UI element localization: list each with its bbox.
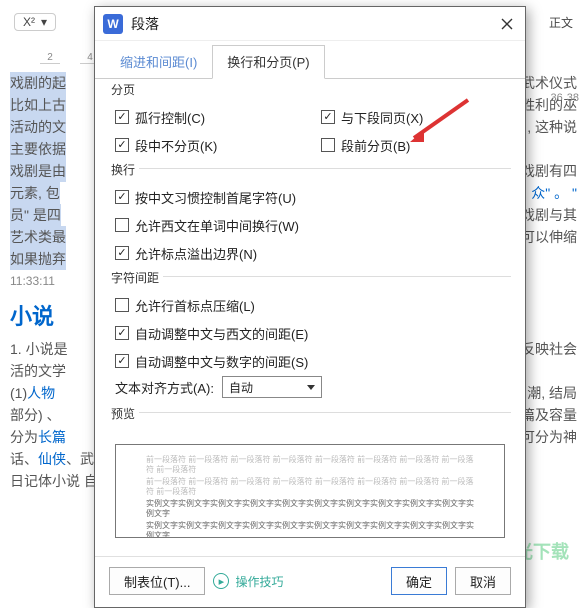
tab-line-page-breaks[interactable]: 换行和分页(P) bbox=[212, 45, 324, 79]
checkbox-icon bbox=[321, 138, 335, 152]
checkbox-icon bbox=[115, 246, 129, 260]
ruler-right: 36 38 bbox=[551, 92, 580, 104]
body-text-style[interactable]: 正文 bbox=[549, 14, 573, 31]
chk-page-break-before[interactable]: 段前分页(B) bbox=[321, 134, 511, 156]
chk-allow-latin-wrap[interactable]: 允许西文在单词中间换行(W) bbox=[115, 214, 511, 236]
titlebar[interactable]: W 段落 bbox=[95, 7, 525, 41]
group-label: 换行 bbox=[107, 161, 139, 178]
dialog-body: 分页 孤行控制(C) 与下段同页(X) 段中不分页(K) 段前分页(B) 换行 … bbox=[95, 79, 525, 556]
align-value: 自动 bbox=[229, 379, 253, 396]
chk-keep-with-next[interactable]: 与下段同页(X) bbox=[321, 106, 511, 128]
align-label: 文本对齐方式(A): bbox=[115, 378, 214, 397]
chevron-down-icon bbox=[307, 385, 315, 390]
text-alignment-row: 文本对齐方式(A): 自动 bbox=[109, 372, 511, 400]
group-linebreak: 换行 按中文习惯控制首尾字符(U) 允许西文在单词中间换行(W) 允许标点溢出边… bbox=[109, 168, 511, 270]
chk-auto-space-cjk-latin[interactable]: 自动调整中文与西文的间距(E) bbox=[115, 322, 511, 344]
chk-keep-lines-together[interactable]: 段中不分页(K) bbox=[115, 134, 305, 156]
paragraph-dialog: W 段落 缩进和间距(I) 换行和分页(P) 分页 孤行控制(C) 与下段同页(… bbox=[94, 6, 526, 608]
dialog-tabs: 缩进和间距(I) 换行和分页(P) bbox=[95, 41, 525, 79]
word-icon: W bbox=[103, 14, 123, 34]
checkbox-icon bbox=[115, 298, 129, 312]
chk-compress-leading-punct[interactable]: 允许行首标点压缩(L) bbox=[115, 294, 511, 316]
preview-box: 前一段落符 前一段落符 前一段落符 前一段落符 前一段落符 前一段落符 前一段落… bbox=[115, 444, 505, 538]
group-char-spacing: 字符间距 允许行首标点压缩(L) 自动调整中文与西文的间距(E) 自动调整中文与… bbox=[109, 276, 511, 406]
group-label: 字符间距 bbox=[107, 269, 163, 286]
chk-cjk-punctuation[interactable]: 按中文习惯控制首尾字符(U) bbox=[115, 186, 511, 208]
chevron-down-icon: ▾ bbox=[41, 15, 47, 29]
close-button[interactable] bbox=[497, 14, 517, 34]
group-label: 预览 bbox=[107, 405, 139, 422]
x2-label: X² bbox=[23, 15, 35, 29]
checkbox-icon bbox=[115, 326, 129, 340]
checkbox-icon bbox=[115, 190, 129, 204]
chk-auto-space-cjk-number[interactable]: 自动调整中文与数字的间距(S) bbox=[115, 350, 511, 372]
checkbox-icon bbox=[115, 354, 129, 368]
tabs-button[interactable]: 制表位(T)... bbox=[109, 567, 205, 595]
tab-indent[interactable]: 缩进和间距(I) bbox=[105, 45, 212, 78]
play-icon: ▸ bbox=[213, 573, 229, 589]
chk-allow-punct-overflow[interactable]: 允许标点溢出边界(N) bbox=[115, 242, 511, 264]
group-label: 分页 bbox=[107, 81, 139, 98]
checkbox-icon bbox=[115, 218, 129, 232]
group-pagination: 分页 孤行控制(C) 与下段同页(X) 段中不分页(K) 段前分页(B) bbox=[109, 89, 511, 162]
ok-button[interactable]: 确定 bbox=[391, 567, 447, 595]
dialog-title: 段落 bbox=[131, 14, 159, 34]
ruler-tick: 2 bbox=[40, 52, 60, 64]
tips-link[interactable]: ▸ 操作技巧 bbox=[213, 573, 283, 590]
group-preview: 预览 前一段落符 前一段落符 前一段落符 前一段落符 前一段落符 前一段落符 前… bbox=[109, 412, 511, 544]
dialog-footer: 制表位(T)... ▸ 操作技巧 确定 取消 bbox=[95, 556, 525, 607]
checkbox-icon bbox=[321, 110, 335, 124]
close-icon bbox=[501, 18, 513, 30]
chk-widow-control[interactable]: 孤行控制(C) bbox=[115, 106, 305, 128]
checkbox-icon bbox=[115, 138, 129, 152]
superscript-control[interactable]: X² ▾ bbox=[14, 13, 56, 31]
align-select[interactable]: 自动 bbox=[222, 376, 322, 398]
cancel-button[interactable]: 取消 bbox=[455, 567, 511, 595]
checkbox-icon bbox=[115, 110, 129, 124]
